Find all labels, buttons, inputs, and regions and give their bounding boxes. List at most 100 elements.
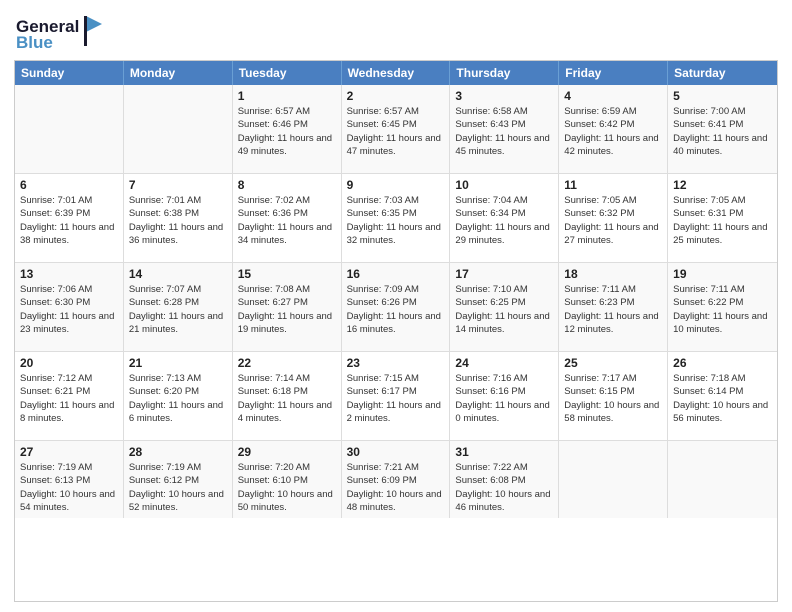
day-number: 30 (347, 445, 445, 459)
calendar-header: SundayMondayTuesdayWednesdayThursdayFrid… (15, 61, 777, 85)
header: General Blue (14, 10, 778, 54)
page: General Blue SundayMondayTuesdayWednesda… (0, 0, 792, 612)
day-number: 27 (20, 445, 118, 459)
calendar: SundayMondayTuesdayWednesdayThursdayFrid… (14, 60, 778, 602)
calendar-cell: 10 Sunrise: 7:04 AM Sunset: 6:34 PM Dayli… (450, 174, 559, 262)
day-number: 31 (455, 445, 553, 459)
calendar-cell: 5 Sunrise: 7:00 AM Sunset: 6:41 PM Daylig… (668, 85, 777, 173)
day-info: Sunrise: 7:19 AM Sunset: 6:12 PM Dayligh… (129, 461, 227, 514)
day-info: Sunrise: 7:00 AM Sunset: 6:41 PM Dayligh… (673, 105, 772, 158)
calendar-body: 1 Sunrise: 6:57 AM Sunset: 6:46 PM Daylig… (15, 85, 777, 518)
day-info: Sunrise: 7:02 AM Sunset: 6:36 PM Dayligh… (238, 194, 336, 247)
calendar-cell: 31 Sunrise: 7:22 AM Sunset: 6:08 PM Dayli… (450, 441, 559, 518)
day-info: Sunrise: 7:17 AM Sunset: 6:15 PM Dayligh… (564, 372, 662, 425)
calendar-cell (124, 85, 233, 173)
day-number: 22 (238, 356, 336, 370)
weekday-header: Wednesday (342, 61, 451, 85)
calendar-cell: 27 Sunrise: 7:19 AM Sunset: 6:13 PM Dayli… (15, 441, 124, 518)
calendar-cell: 28Sunrise: 7:19 AM Sunset: 6:12 PM Dayli… (124, 441, 233, 518)
calendar-cell: 4 Sunrise: 6:59 AM Sunset: 6:42 PM Daylig… (559, 85, 668, 173)
day-info: Sunrise: 7:21 AM Sunset: 6:09 PM Dayligh… (347, 461, 445, 514)
day-info: Sunrise: 7:07 AM Sunset: 6:28 PM Dayligh… (129, 283, 227, 336)
day-info: Sunrise: 7:06 AM Sunset: 6:30 PM Dayligh… (20, 283, 118, 336)
calendar-row: 6Sunrise: 7:01 AM Sunset: 6:39 PM Daylig… (15, 173, 777, 262)
day-number: 13 (20, 267, 118, 281)
calendar-cell: 9Sunrise: 7:03 AM Sunset: 6:35 PM Daylig… (342, 174, 451, 262)
day-number: 5 (673, 89, 772, 103)
calendar-cell: 22 Sunrise: 7:14 AM Sunset: 6:18 PM Dayli… (233, 352, 342, 440)
day-info: Sunrise: 7:19 AM Sunset: 6:13 PM Dayligh… (20, 461, 118, 514)
calendar-row: 13 Sunrise: 7:06 AM Sunset: 6:30 PM Dayli… (15, 262, 777, 351)
day-number: 1 (238, 89, 336, 103)
day-number: 24 (455, 356, 553, 370)
day-info: Sunrise: 7:03 AM Sunset: 6:35 PM Dayligh… (347, 194, 445, 247)
weekday-header: Tuesday (233, 61, 342, 85)
day-info: Sunrise: 6:58 AM Sunset: 6:43 PM Dayligh… (455, 105, 553, 158)
day-info: Sunrise: 6:57 AM Sunset: 6:46 PM Dayligh… (238, 105, 336, 158)
calendar-cell (15, 85, 124, 173)
day-info: Sunrise: 7:11 AM Sunset: 6:23 PM Dayligh… (564, 283, 662, 336)
day-number: 23 (347, 356, 445, 370)
day-info: Sunrise: 6:59 AM Sunset: 6:42 PM Dayligh… (564, 105, 662, 158)
day-number: 20 (20, 356, 118, 370)
day-info: Sunrise: 7:14 AM Sunset: 6:18 PM Dayligh… (238, 372, 336, 425)
day-number: 2 (347, 89, 445, 103)
calendar-cell: 29Sunrise: 7:20 AM Sunset: 6:10 PM Dayli… (233, 441, 342, 518)
calendar-row: 27 Sunrise: 7:19 AM Sunset: 6:13 PM Dayli… (15, 440, 777, 518)
calendar-cell: 6Sunrise: 7:01 AM Sunset: 6:39 PM Daylig… (15, 174, 124, 262)
calendar-cell: 1 Sunrise: 6:57 AM Sunset: 6:46 PM Daylig… (233, 85, 342, 173)
calendar-cell: 13 Sunrise: 7:06 AM Sunset: 6:30 PM Dayli… (15, 263, 124, 351)
calendar-cell: 12Sunrise: 7:05 AM Sunset: 6:31 PM Dayli… (668, 174, 777, 262)
day-number: 11 (564, 178, 662, 192)
calendar-cell: 25 Sunrise: 7:17 AM Sunset: 6:15 PM Dayli… (559, 352, 668, 440)
calendar-row: 20 Sunrise: 7:12 AM Sunset: 6:21 PM Dayli… (15, 351, 777, 440)
weekday-header: Monday (124, 61, 233, 85)
day-number: 7 (129, 178, 227, 192)
day-number: 25 (564, 356, 662, 370)
day-info: Sunrise: 7:01 AM Sunset: 6:38 PM Dayligh… (129, 194, 227, 247)
calendar-cell: 17 Sunrise: 7:10 AM Sunset: 6:25 PM Dayli… (450, 263, 559, 351)
day-number: 26 (673, 356, 772, 370)
day-number: 4 (564, 89, 662, 103)
day-info: Sunrise: 7:12 AM Sunset: 6:21 PM Dayligh… (20, 372, 118, 425)
day-info: Sunrise: 7:09 AM Sunset: 6:26 PM Dayligh… (347, 283, 445, 336)
calendar-cell: 14 Sunrise: 7:07 AM Sunset: 6:28 PM Dayli… (124, 263, 233, 351)
day-info: Sunrise: 7:15 AM Sunset: 6:17 PM Dayligh… (347, 372, 445, 425)
day-info: Sunrise: 7:05 AM Sunset: 6:32 PM Dayligh… (564, 194, 662, 247)
calendar-cell: 20 Sunrise: 7:12 AM Sunset: 6:21 PM Dayli… (15, 352, 124, 440)
day-info: Sunrise: 7:13 AM Sunset: 6:20 PM Dayligh… (129, 372, 227, 425)
weekday-header: Sunday (15, 61, 124, 85)
day-number: 14 (129, 267, 227, 281)
weekday-header: Friday (559, 61, 668, 85)
logo-icon: General Blue (14, 10, 104, 54)
day-number: 19 (673, 267, 772, 281)
day-number: 17 (455, 267, 553, 281)
calendar-cell: 16Sunrise: 7:09 AM Sunset: 6:26 PM Dayli… (342, 263, 451, 351)
calendar-cell: 7 Sunrise: 7:01 AM Sunset: 6:38 PM Daylig… (124, 174, 233, 262)
calendar-cell (559, 441, 668, 518)
calendar-cell: 24 Sunrise: 7:16 AM Sunset: 6:16 PM Dayli… (450, 352, 559, 440)
day-number: 12 (673, 178, 772, 192)
day-info: Sunrise: 7:04 AM Sunset: 6:34 PM Dayligh… (455, 194, 553, 247)
day-info: Sunrise: 7:16 AM Sunset: 6:16 PM Dayligh… (455, 372, 553, 425)
calendar-row: 1 Sunrise: 6:57 AM Sunset: 6:46 PM Daylig… (15, 85, 777, 173)
calendar-cell: 23 Sunrise: 7:15 AM Sunset: 6:17 PM Dayli… (342, 352, 451, 440)
day-info: Sunrise: 7:22 AM Sunset: 6:08 PM Dayligh… (455, 461, 553, 514)
day-info: Sunrise: 7:11 AM Sunset: 6:22 PM Dayligh… (673, 283, 772, 336)
day-number: 3 (455, 89, 553, 103)
calendar-cell: 2 Sunrise: 6:57 AM Sunset: 6:45 PM Daylig… (342, 85, 451, 173)
calendar-cell: 21Sunrise: 7:13 AM Sunset: 6:20 PM Dayli… (124, 352, 233, 440)
day-info: Sunrise: 7:18 AM Sunset: 6:14 PM Dayligh… (673, 372, 772, 425)
weekday-header: Thursday (450, 61, 559, 85)
svg-text:Blue: Blue (16, 33, 53, 52)
calendar-cell: 15Sunrise: 7:08 AM Sunset: 6:27 PM Dayli… (233, 263, 342, 351)
calendar-cell: 18 Sunrise: 7:11 AM Sunset: 6:23 PM Dayli… (559, 263, 668, 351)
calendar-cell: 3 Sunrise: 6:58 AM Sunset: 6:43 PM Daylig… (450, 85, 559, 173)
day-number: 10 (455, 178, 553, 192)
logo: General Blue (14, 10, 104, 54)
day-number: 18 (564, 267, 662, 281)
day-info: Sunrise: 7:01 AM Sunset: 6:39 PM Dayligh… (20, 194, 118, 247)
day-info: Sunrise: 7:10 AM Sunset: 6:25 PM Dayligh… (455, 283, 553, 336)
calendar-cell: 8Sunrise: 7:02 AM Sunset: 6:36 PM Daylig… (233, 174, 342, 262)
day-info: Sunrise: 6:57 AM Sunset: 6:45 PM Dayligh… (347, 105, 445, 158)
